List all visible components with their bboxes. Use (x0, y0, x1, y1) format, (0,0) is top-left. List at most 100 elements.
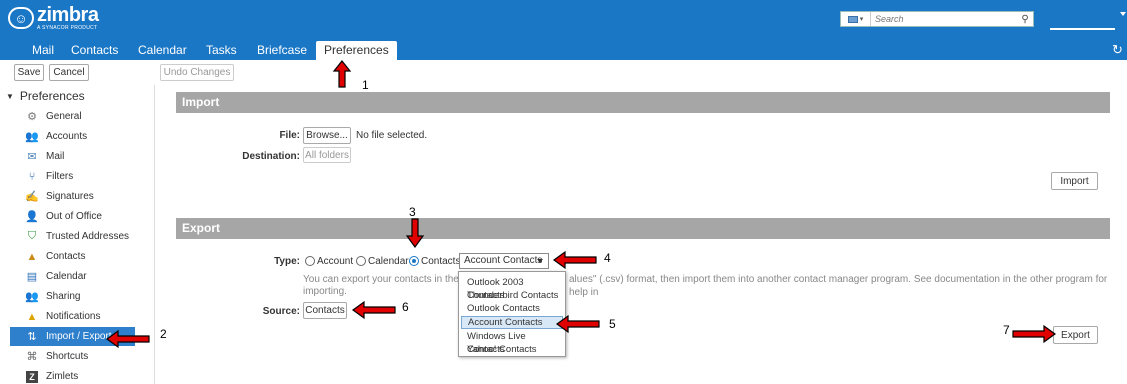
out-of-office-icon: 👤 (25, 211, 39, 223)
sidebar-item-contacts[interactable]: ▲ Contacts (10, 247, 135, 266)
source-folder-button[interactable]: Contacts (303, 302, 347, 319)
sidebar-item-label: Sharing (46, 291, 81, 302)
search-type-dropdown[interactable]: ▾ (841, 12, 871, 26)
annotation-arrow-6 (351, 300, 396, 320)
sidebar-item-label: Zimlets (46, 371, 79, 382)
menu-item-thunderbird[interactable]: Thunderbird Contacts (461, 289, 563, 302)
menu-item-outlook[interactable]: Outlook Contacts (461, 302, 563, 315)
annotation-number-7: 7 (1003, 323, 1010, 337)
sidebar-item-trusted-addresses[interactable]: ⛉ Trusted Addresses (10, 227, 135, 246)
tab-preferences[interactable]: Preferences (316, 41, 397, 60)
type-radio-calendar[interactable]: Calendar (356, 256, 409, 267)
logo-name: zimbra (37, 4, 99, 26)
accounts-icon: 👥 (25, 131, 39, 143)
mail-icon (847, 15, 858, 23)
app-tab-bar: Mail Contacts Calendar Tasks Briefcase P… (0, 38, 1127, 60)
logo-subtitle: A SYNACOR PRODUCT (37, 25, 98, 31)
chevron-down-icon[interactable] (1120, 12, 1126, 16)
annotation-arrow-2 (105, 329, 150, 349)
sidebar-item-label: Trusted Addresses (46, 231, 130, 242)
sidebar-item-label: Shortcuts (46, 351, 89, 362)
source-label: Source: (262, 306, 300, 317)
annotation-arrow-3 (405, 218, 425, 249)
contacts-icon: ▲ (26, 250, 38, 263)
annotation-arrow-1 (332, 60, 352, 88)
sidebar-item-label: Mail (46, 151, 65, 162)
tab-tasks[interactable]: Tasks (198, 41, 245, 60)
file-label: File: (279, 130, 300, 141)
browse-button[interactable]: Browse... (303, 127, 351, 144)
search-input[interactable] (871, 12, 1017, 26)
tab-contacts[interactable]: Contacts (63, 41, 126, 60)
sidebar-item-label: Calendar (46, 271, 87, 282)
calendar-icon: ▤ (26, 271, 38, 283)
export-button[interactable]: Export (1053, 326, 1098, 344)
sidebar-item-notifications[interactable]: ▲ Notifications (10, 307, 135, 326)
zimlets-icon: Z (26, 370, 38, 383)
radio-contacts-label: Contacts (421, 256, 461, 267)
menu-item-account-contacts[interactable]: Account Contacts (461, 316, 563, 329)
type-radio-account[interactable]: Account (305, 256, 353, 267)
cancel-button[interactable]: Cancel (49, 64, 89, 81)
sidebar-item-label: Accounts (46, 131, 88, 142)
sidebar-item-accounts[interactable]: 👥 Accounts (10, 127, 135, 146)
menu-item-windows-live[interactable]: Windows Live Contacts (461, 330, 563, 355)
sharing-icon: 👥 (25, 291, 39, 303)
filter-icon: ⑂ (28, 170, 36, 183)
sidebar-item-out-of-office[interactable]: 👤 Out of Office (10, 207, 135, 226)
annotation-arrow-5 (555, 314, 600, 334)
tab-briefcase[interactable]: Briefcase (249, 41, 315, 60)
destination-folder-button[interactable]: All folders (303, 147, 351, 163)
export-format-value: Account Contacts (464, 255, 543, 266)
radio-contacts[interactable] (409, 256, 419, 267)
collapse-triangle-icon[interactable]: ▼ (6, 92, 14, 101)
logo-mark-icon: ☺ (8, 7, 34, 29)
undo-changes-button[interactable]: Undo Changes (160, 64, 234, 81)
sidebar-item-sharing[interactable]: 👥 Sharing (10, 287, 135, 306)
annotation-number-1: 1 (362, 78, 369, 92)
help-text-end: alues" (.csv) format, then import them i… (569, 274, 1108, 298)
import-export-icon: ⇅ (27, 331, 37, 343)
annotation-number-5: 5 (609, 317, 616, 331)
search-box: ▾ ⚲ (840, 11, 1034, 27)
sidebar-item-label: Signatures (46, 191, 94, 202)
tab-calendar[interactable]: Calendar (130, 41, 195, 60)
type-label: Type: (274, 256, 300, 267)
no-file-text: No file selected. (356, 130, 428, 141)
radio-account[interactable] (305, 256, 315, 267)
sidebar-title: Preferences (19, 89, 85, 103)
sidebar-item-shortcuts[interactable]: ⌘ Shortcuts (10, 347, 135, 366)
search-icon[interactable]: ⚲ (1017, 12, 1033, 26)
tab-mail[interactable]: Mail (24, 41, 62, 60)
export-format-menu: Outlook 2003 Contacts Thunderbird Contac… (458, 271, 566, 357)
refresh-icon[interactable]: ↻ (1112, 42, 1123, 58)
export-format-dropdown[interactable]: Account Contacts (459, 253, 549, 269)
menu-item-yahoo[interactable]: Yahoo! Contacts (461, 343, 563, 356)
help-text-last: importing. (303, 286, 347, 297)
sidebar-item-general[interactable]: ⚙ General (10, 107, 135, 126)
sidebar-header[interactable]: ▼ Preferences (6, 89, 85, 103)
sidebar-item-filters[interactable]: ⑂ Filters (10, 167, 135, 186)
destination-label: Destination: (242, 151, 300, 162)
annotation-number-2: 2 (160, 327, 167, 341)
sidebar-item-label: Filters (46, 171, 74, 182)
mail-icon: ✉ (27, 151, 37, 163)
annotation-number-6: 6 (402, 300, 409, 314)
annotation-arrow-4 (552, 250, 597, 270)
sidebar-item-signatures[interactable]: ✍ Signatures (10, 187, 135, 206)
radio-account-label: Account (317, 256, 354, 267)
sidebar-item-calendar[interactable]: ▤ Calendar (10, 267, 135, 286)
import-button[interactable]: Import (1051, 172, 1098, 190)
sidebar-item-label: General (46, 111, 82, 122)
app-window: ☺ zimbra A SYNACOR PRODUCT ▾ ⚲ Mail Cont… (0, 0, 1127, 384)
user-menu[interactable] (1050, 28, 1115, 30)
radio-calendar[interactable] (356, 256, 366, 267)
sidebar-item-zimlets[interactable]: Z Zimlets (10, 367, 135, 384)
save-button[interactable]: Save (14, 64, 44, 81)
sidebar-item-label: Import / Export (46, 331, 112, 342)
type-radio-contacts[interactable]: Contacts (409, 256, 460, 267)
menu-item-outlook-2003[interactable]: Outlook 2003 Contacts (461, 276, 563, 301)
zimbra-logo[interactable]: ☺ zimbra A SYNACOR PRODUCT (8, 4, 99, 32)
toolbar: Save Cancel Undo Changes (0, 61, 1127, 85)
sidebar-item-mail[interactable]: ✉ Mail (10, 147, 135, 166)
